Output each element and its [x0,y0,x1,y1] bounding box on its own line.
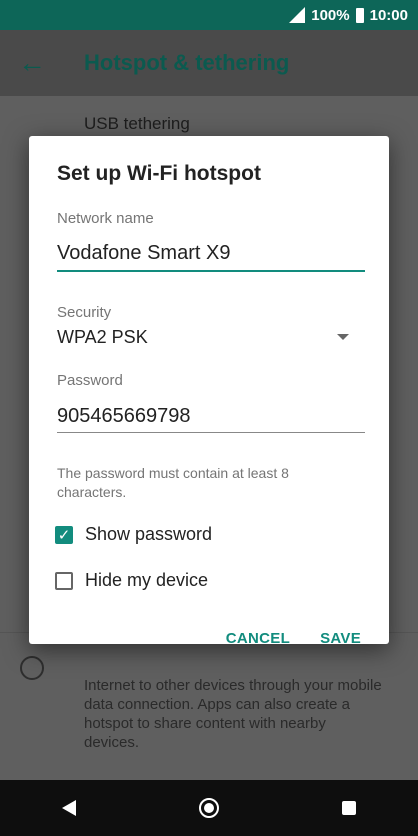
hotspot-toggle-icon[interactable] [20,656,44,680]
dialog-actions: CANCEL SAVE [226,630,361,647]
hotspot-description: Internet to other devices through your m… [84,677,382,751]
status-bar: 100% 10:00 [0,0,418,30]
usb-tethering-item[interactable]: USB tethering [84,114,190,134]
network-name-label: Network name [57,210,154,227]
signal-icon [289,7,306,23]
nav-home-icon[interactable] [198,798,219,818]
back-arrow-icon[interactable]: ← [2,30,62,96]
password-underline [57,432,365,433]
security-select[interactable]: WPA2 PSK [57,327,148,348]
dialog-title: Set up Wi-Fi hotspot [57,162,261,185]
network-name-field[interactable]: Vodafone Smart X9 [57,242,230,265]
password-field[interactable]: 905465669798 [57,405,190,428]
hide-device-row[interactable]: Hide my device [55,570,208,591]
password-hint: The password must contain at least 8 cha… [57,465,289,500]
security-label: Security [57,304,112,321]
wifi-hotspot-dialog: Set up Wi-Fi hotspot Network name Vodafo… [29,136,389,647]
show-password-label: Show password [85,524,213,544]
battery-icon [355,7,364,23]
battery-percent: 100% [311,6,350,24]
page-title: Hotspot & tethering [84,50,290,75]
show-password-row[interactable]: ✓ Show password [55,524,212,545]
clock: 10:00 [369,6,408,24]
nav-recents-icon[interactable] [342,801,357,815]
dropdown-arrow-icon[interactable] [337,334,349,340]
network-name-underline [57,270,365,272]
save-button[interactable]: SAVE [320,630,361,647]
checkbox-checked-icon[interactable]: ✓ [55,525,73,544]
app-bar: ← Hotspot & tethering [0,30,418,96]
password-label: Password [57,372,123,389]
checkbox-unchecked-icon[interactable] [55,571,73,590]
navigation-bar [0,780,418,836]
cancel-button[interactable]: CANCEL [226,630,290,647]
nav-back-icon[interactable] [61,800,76,816]
hide-device-label: Hide my device [85,570,209,590]
